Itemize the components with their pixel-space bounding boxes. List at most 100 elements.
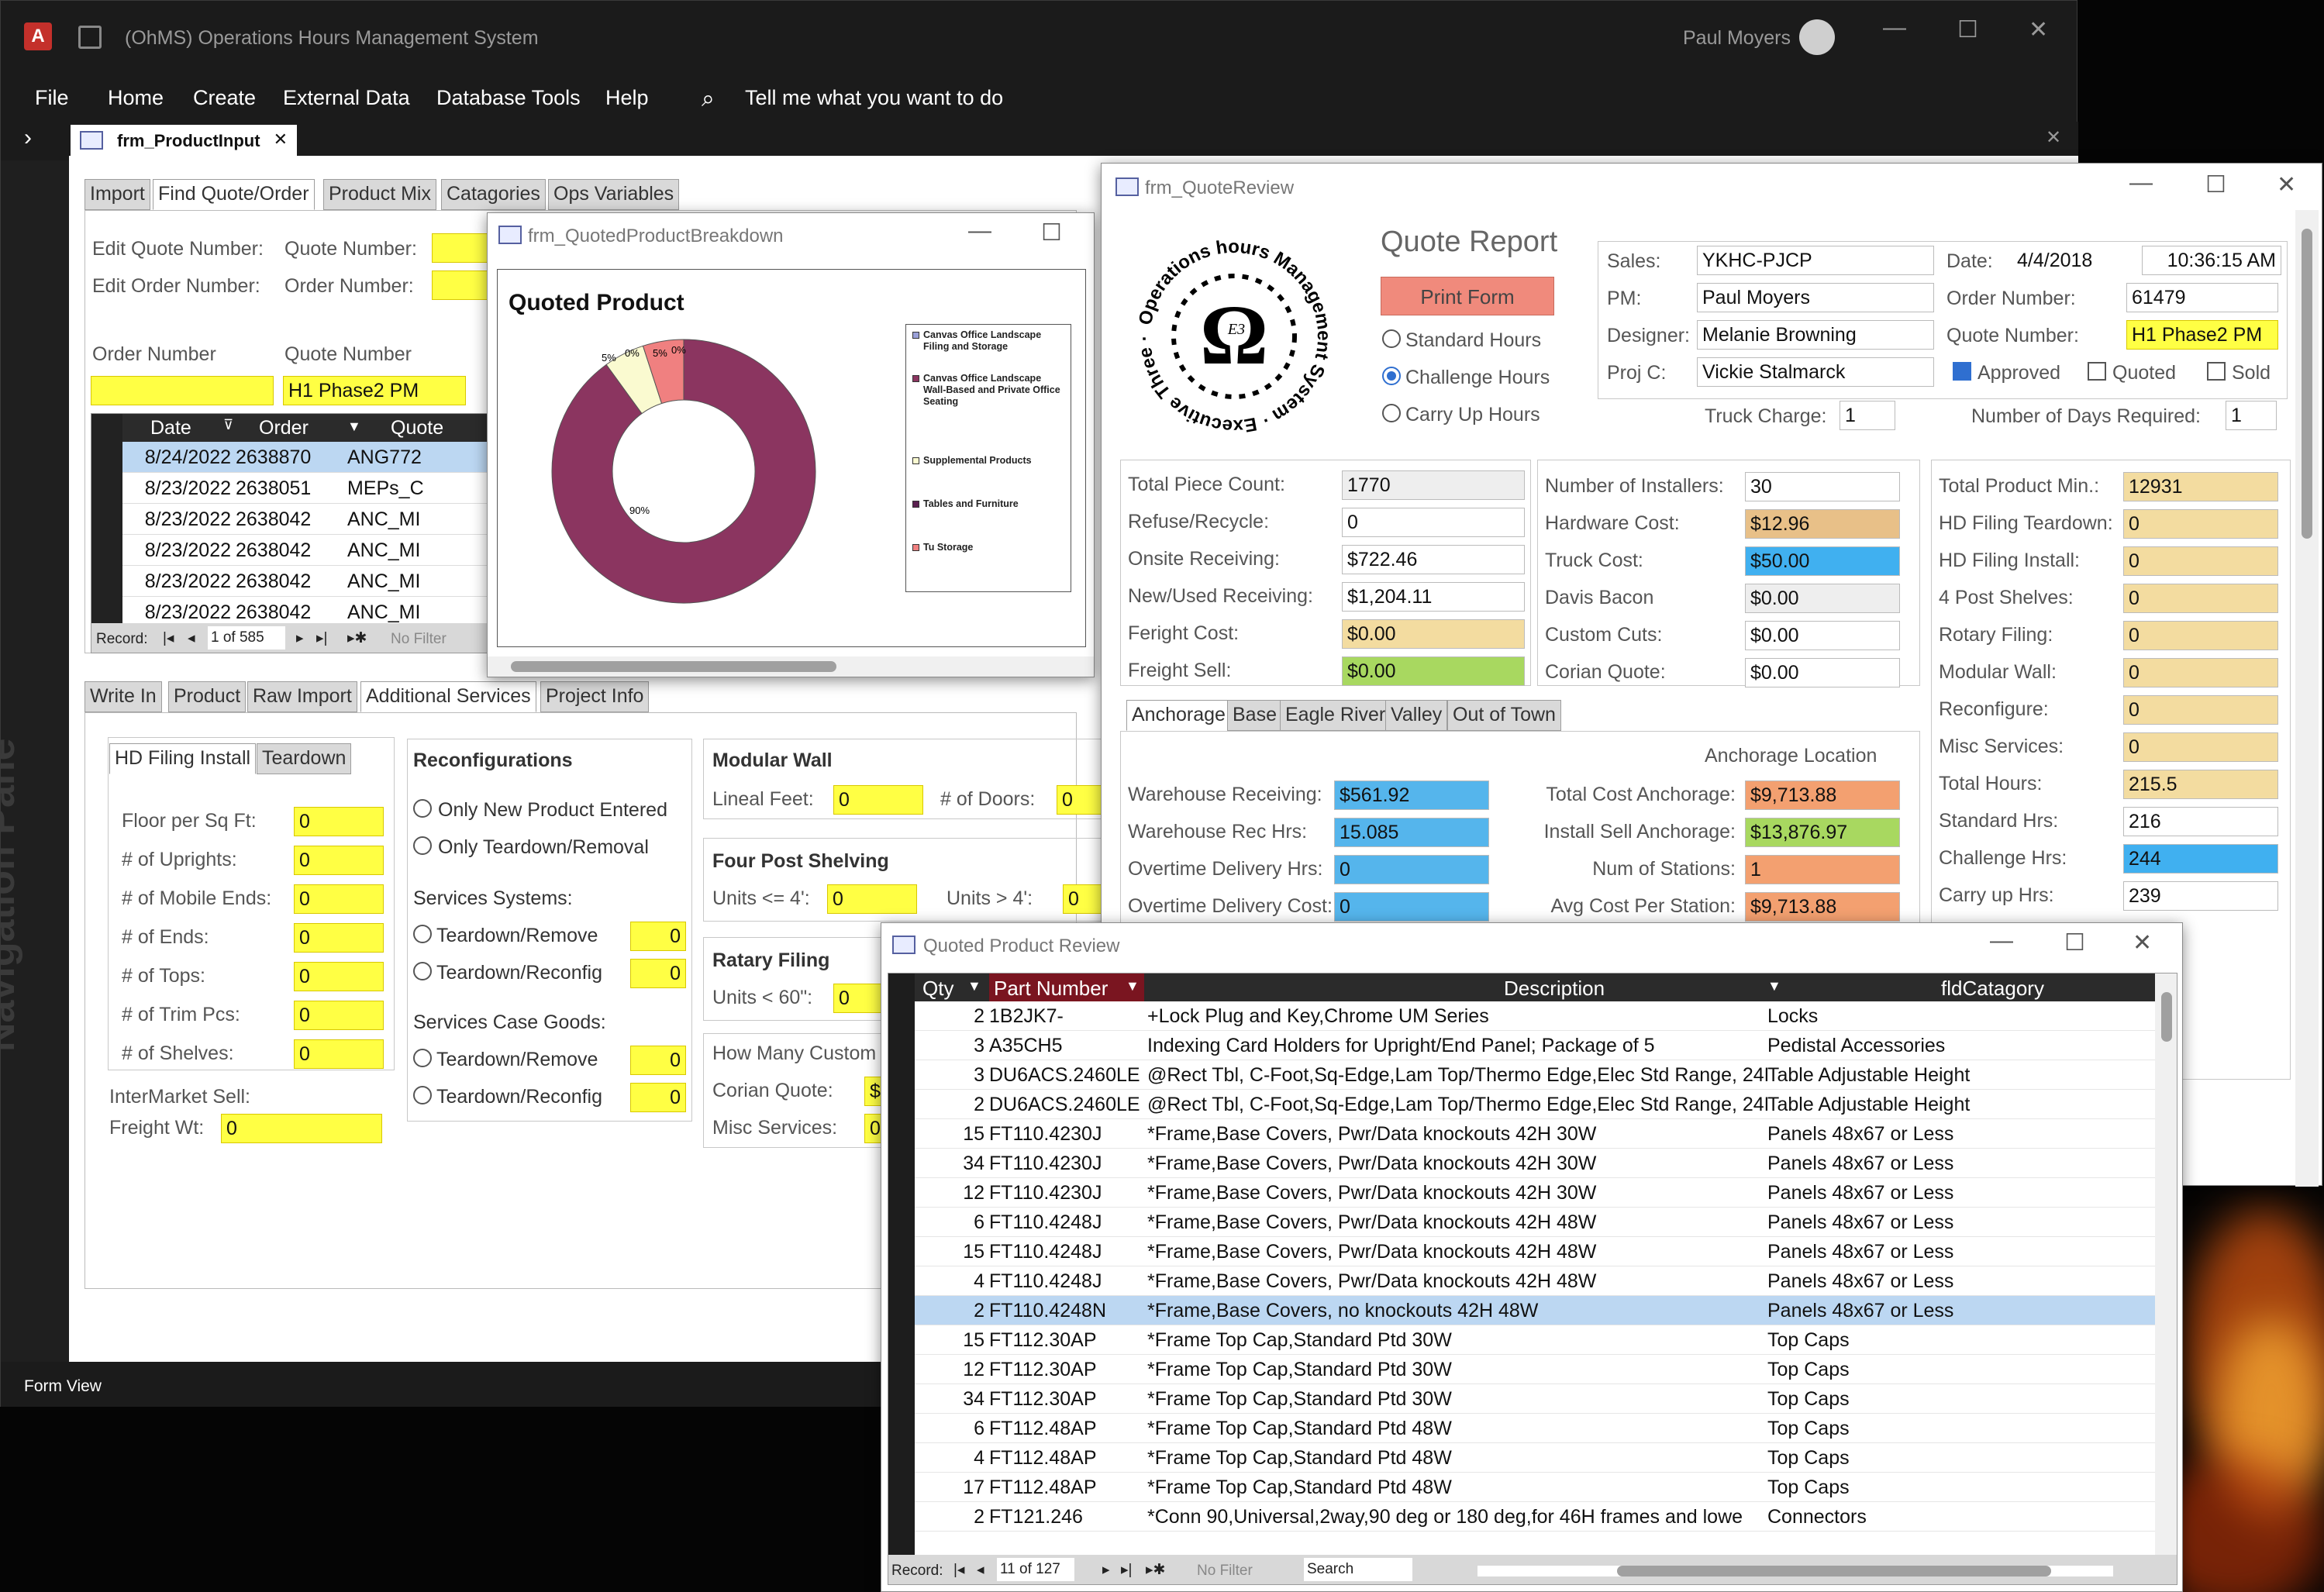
freight-wt-input[interactable]: 0 <box>221 1114 382 1143</box>
print-form-button[interactable]: Print Form <box>1381 277 1554 315</box>
review-vscroll[interactable] <box>2295 210 2319 1187</box>
scroll-thumb[interactable] <box>2302 229 2312 539</box>
review-field-value[interactable]: 0 <box>2123 584 2278 613</box>
time-field[interactable]: 10:36:15 AM <box>2142 246 2281 275</box>
record-selectors[interactable] <box>91 414 122 653</box>
menu-database-tools[interactable]: Database Tools <box>436 86 581 110</box>
review-field-value[interactable]: $13,876.97 <box>1745 818 1900 847</box>
quoted-checkbox[interactable] <box>2088 362 2106 381</box>
new-record-icon[interactable]: ▸✱ <box>1146 1561 1165 1579</box>
tab-location[interactable]: Out of Town <box>1447 700 1561 731</box>
last-record-icon[interactable]: ▸| <box>316 629 327 647</box>
table-row[interactable]: 34 FT112.30AP *Frame Top Cap,Standard Ptd … <box>915 1384 2155 1414</box>
search-box[interactable]: Search <box>1304 1558 1412 1581</box>
table-row[interactable]: 8/23/2022 2638042 ANC_MI <box>122 566 493 597</box>
review-field-value[interactable]: 12931 <box>2123 472 2278 501</box>
truck-charge-field[interactable]: 1 <box>1840 401 1895 430</box>
review-field-value[interactable]: 0 <box>2123 695 2278 725</box>
table-row[interactable]: 15 FT110.4248J *Frame,Base Covers, Pwr/Dat… <box>915 1237 2155 1266</box>
case-teardown-reconfig-radio[interactable] <box>413 1086 432 1104</box>
table-row[interactable]: 34 FT110.4230J *Frame,Base Covers, Pwr/Dat… <box>915 1149 2155 1178</box>
tab-find-quote-order[interactable]: Find Quote/Order <box>153 179 315 210</box>
review-field-value[interactable]: $12.96 <box>1745 509 1900 539</box>
lineal-feet-input[interactable]: 0 <box>833 785 923 815</box>
hd-field-input[interactable]: 0 <box>294 846 384 875</box>
tab-location[interactable]: Base <box>1227 700 1282 731</box>
review-field-value[interactable]: $561.92 <box>1334 780 1489 810</box>
review-field-value[interactable]: 216 <box>2123 807 2278 836</box>
qpr-hscroll[interactable] <box>1477 1566 2113 1576</box>
table-row[interactable]: 12 FT112.30AP *Frame Top Cap,Standard Ptd … <box>915 1355 2155 1384</box>
scroll-thumb[interactable] <box>511 661 836 672</box>
maximize-icon[interactable]: ☐ <box>1957 16 1978 43</box>
table-row[interactable]: 2 FT110.4248N *Frame,Base Covers, no knock… <box>915 1296 2155 1325</box>
close-tab-icon[interactable]: ✕ <box>274 129 288 150</box>
chevron-down-icon[interactable]: ▼ <box>347 419 361 435</box>
col-fldcatagory[interactable]: fldCatagory <box>1941 977 2044 1001</box>
filter-icon[interactable]: ⊽ <box>223 417 233 433</box>
review-field-value[interactable]: 1770 <box>1342 470 1525 500</box>
minimize-icon[interactable]: — <box>1883 15 1906 41</box>
review-field-value[interactable]: 1 <box>1745 855 1900 884</box>
scroll-thumb[interactable] <box>2161 992 2172 1042</box>
review-field-value[interactable]: $0.00 <box>1745 584 1900 613</box>
tab-location[interactable]: Eagle River <box>1280 700 1391 731</box>
table-row[interactable]: 2 DU6ACS.2460LE @Rect Tbl, C-Foot,Sq-Edge,… <box>915 1090 2155 1119</box>
tab-location[interactable]: Anchorage <box>1126 700 1231 731</box>
first-record-icon[interactable]: |◂ <box>163 629 174 647</box>
review-field-value[interactable]: 244 <box>2123 844 2278 874</box>
table-row[interactable]: 8/23/2022 2638042 ANC_MI <box>122 504 493 535</box>
menu-create[interactable]: Create <box>193 86 256 110</box>
col-date[interactable]: Date <box>150 417 191 439</box>
tab-ops-variables[interactable]: Ops Variables <box>548 179 680 210</box>
case-teardown-reconfig-input[interactable]: 0 <box>630 1083 686 1112</box>
last-record-icon[interactable]: ▸| <box>1121 1561 1132 1579</box>
standard-hours-radio[interactable] <box>1382 329 1401 348</box>
hd-field-input[interactable]: 0 <box>294 1039 384 1069</box>
table-row[interactable]: 2 FT121.246 *Conn 90,Universal,2way,90 deg… <box>915 1502 2155 1532</box>
qpr-vscroll[interactable] <box>2155 973 2177 1555</box>
minimize-icon[interactable]: — <box>2129 170 2153 196</box>
hd-field-input[interactable]: 0 <box>294 1001 384 1030</box>
hd-field-input[interactable]: 0 <box>294 962 384 991</box>
sys-teardown-reconfig-radio[interactable] <box>413 962 432 980</box>
avatar[interactable] <box>1799 19 1835 55</box>
table-row[interactable]: 17 FT112.48AP *Frame Top Cap,Standard Ptd … <box>915 1473 2155 1502</box>
tab-teardown[interactable]: Teardown <box>257 743 352 774</box>
first-record-icon[interactable]: |◂ <box>953 1561 964 1579</box>
close-icon[interactable]: ✕ <box>2277 171 2296 198</box>
scroll-thumb[interactable] <box>1617 1566 2051 1576</box>
challenge-hours-radio[interactable] <box>1382 367 1401 385</box>
only-new-product-radio[interactable] <box>413 799 432 818</box>
chevron-down-icon[interactable]: ▼ <box>967 978 981 994</box>
menu-file[interactable]: File <box>35 86 69 110</box>
review-field-value[interactable]: 0 <box>1334 892 1489 922</box>
order-filter-input[interactable] <box>91 376 274 405</box>
table-row[interactable]: 6 FT112.48AP *Frame Top Cap,Standard Ptd 4… <box>915 1414 2155 1443</box>
review-field-value[interactable]: $9,713.88 <box>1745 780 1900 810</box>
table-row[interactable]: 4 FT112.48AP *Frame Top Cap,Standard Ptd 4… <box>915 1443 2155 1473</box>
case-teardown-remove-radio[interactable] <box>413 1049 432 1067</box>
maximize-icon[interactable]: ☐ <box>1041 219 1062 246</box>
review-field-value[interactable]: 0 <box>2123 509 2278 539</box>
review-field-value[interactable]: 239 <box>2123 881 2278 911</box>
review-field-value[interactable]: $0.00 <box>1342 619 1525 649</box>
next-record-icon[interactable]: ▸ <box>1102 1561 1110 1579</box>
record-counter[interactable]: 11 of 127 <box>997 1558 1074 1581</box>
hd-field-input[interactable]: 0 <box>294 807 384 836</box>
proj-c-field[interactable]: Vickie Stalmarck <box>1697 357 1934 387</box>
chevron-down-icon[interactable]: ▼ <box>1767 978 1781 994</box>
table-row[interactable]: 2 1B2JK7- +Lock Plug and Key,Chrome UM Ser… <box>915 1001 2155 1031</box>
quote-filter-input[interactable]: H1 Phase2 PM <box>283 376 466 405</box>
no-filter-button[interactable]: No Filter <box>391 631 447 648</box>
approved-checkbox[interactable] <box>1953 362 1971 381</box>
menu-help[interactable]: Help <box>605 86 649 110</box>
table-row[interactable]: 8/23/2022 2638051 MEPs_C <box>122 473 493 504</box>
nav-expand-icon[interactable]: › <box>1 122 69 160</box>
col-part-number[interactable]: Part Number <box>994 977 1108 1001</box>
close-icon[interactable]: ✕ <box>2133 929 2152 956</box>
order-number-field[interactable]: 61479 <box>2126 283 2278 312</box>
breakdown-hscroll[interactable] <box>488 656 1094 677</box>
date-field[interactable]: 4/4/2018 <box>2012 246 2151 275</box>
sys-teardown-reconfig-input[interactable]: 0 <box>630 959 686 988</box>
